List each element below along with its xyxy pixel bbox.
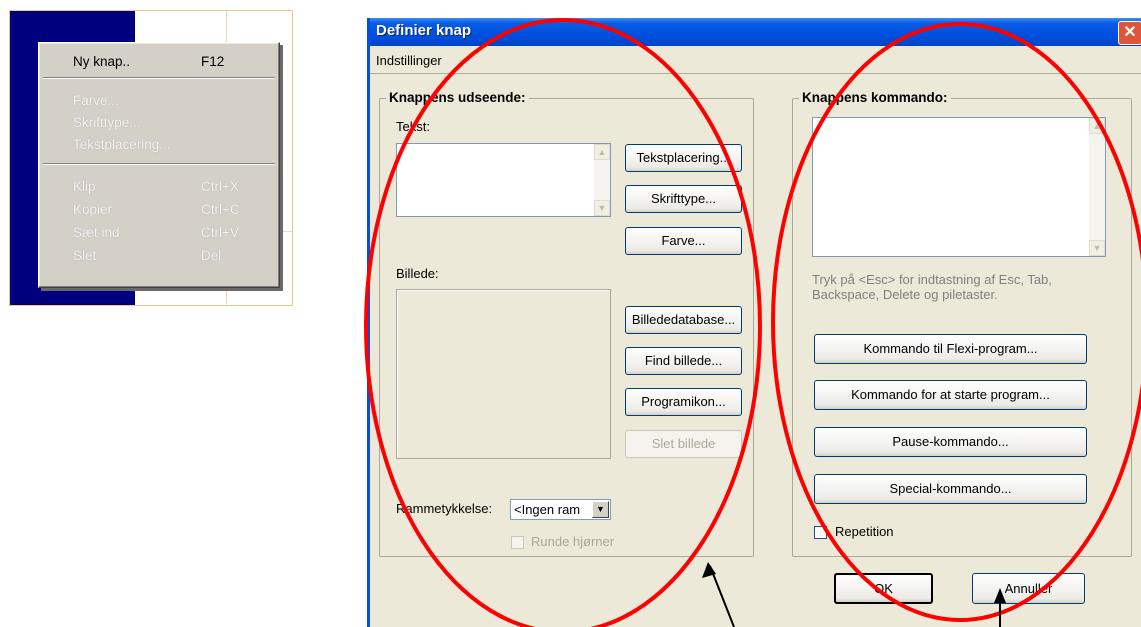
image-label: Billede: [396,266,439,281]
scrollbar[interactable]: ▲ ▼ [1089,118,1105,256]
image-preview [396,289,611,459]
delete-image-button[interactable]: Slet billede [625,430,742,458]
menu-separator [43,77,275,79]
rounded-corners-label: Runde hjørner [531,534,615,549]
scroll-down-icon[interactable]: ▼ [1089,240,1105,256]
frame-thickness-select[interactable]: <Ingen ram ▼ [510,499,611,520]
repetition-label: Repetition [835,524,894,539]
window-left-border [367,18,370,627]
appearance-group: Knappens udseende: Tekst: ▲ ▼ Tekstplace… [379,90,754,557]
color-button[interactable]: Farve... [625,227,742,255]
pause-command-button[interactable]: Pause-kommando... [814,427,1087,457]
find-image-button[interactable]: Find billede... [625,347,742,375]
scrollbar[interactable]: ▲ ▼ [594,144,610,216]
scroll-down-icon[interactable]: ▼ [594,200,610,216]
program-icon-button[interactable]: Programikon... [625,388,742,416]
command-group-label: Knappens kommando: [799,90,951,105]
command-field[interactable]: ▲ ▼ [812,117,1106,257]
appearance-group-label: Knappens udseende: [386,90,529,105]
close-button[interactable]: ✕ [1118,21,1141,45]
image-database-button[interactable]: Billededatabase... [625,306,742,334]
start-program-command-button[interactable]: Kommando for at starte program... [814,380,1087,410]
menu-separator [43,163,275,165]
special-command-button[interactable]: Special-kommando... [814,474,1087,504]
dialog-title: Definier knap [376,22,472,39]
menu-item-new-button[interactable]: Ny knap.. F12 [73,54,224,69]
font-button[interactable]: Skrifttype... [625,185,742,213]
frame-thickness-label: Rammetykkelse: [396,501,493,516]
repetition-checkbox[interactable] [814,526,827,539]
text-placement-button[interactable]: Tekstplacering... [625,144,742,172]
command-group: Knappens kommando: ▲ ▼ Tryk på <Esc> for… [792,90,1132,557]
button-text-field[interactable]: ▲ ▼ [396,143,611,217]
scroll-up-icon[interactable]: ▲ [594,144,610,160]
ok-button[interactable]: OK [834,573,933,604]
rounded-corners-checkbox[interactable] [511,536,524,549]
menu-item-paste[interactable]: Sæt ind Ctrl+V [73,225,239,240]
menu-item-color[interactable]: Farve... [73,93,119,108]
menu-item-copy[interactable]: Kopier Ctrl+C [73,202,240,217]
menu-divider [367,73,1141,74]
context-menu: Ny knap.. F12 Farve... Skrifttype... Teks… [38,42,280,288]
frame-thickness-value: <Ingen ram [514,502,581,517]
title-bar[interactable]: Definier knap ✕ [367,18,1141,46]
menu-item-text-placement[interactable]: Tekstplacering... [73,137,171,152]
cancel-button[interactable]: Annuller [972,573,1085,604]
menu-item-font[interactable]: Skrifttype... [73,115,141,130]
scroll-up-icon[interactable]: ▲ [1089,118,1105,134]
flexi-command-button[interactable]: Kommando til Flexi-program... [814,334,1087,364]
menu-item-cut[interactable]: Klip Ctrl+X [73,179,239,194]
esc-hint-text: Tryk på <Esc> for indtastning af Esc, Ta… [812,272,1052,302]
menu-item-delete[interactable]: Slet Del [73,248,221,263]
define-button-dialog: Definier knap ✕ Indstillinger Knappens u… [367,18,1141,627]
menu-settings[interactable]: Indstillinger [376,53,442,68]
chevron-down-icon[interactable]: ▼ [592,501,609,518]
text-label: Tekst: [396,119,430,134]
